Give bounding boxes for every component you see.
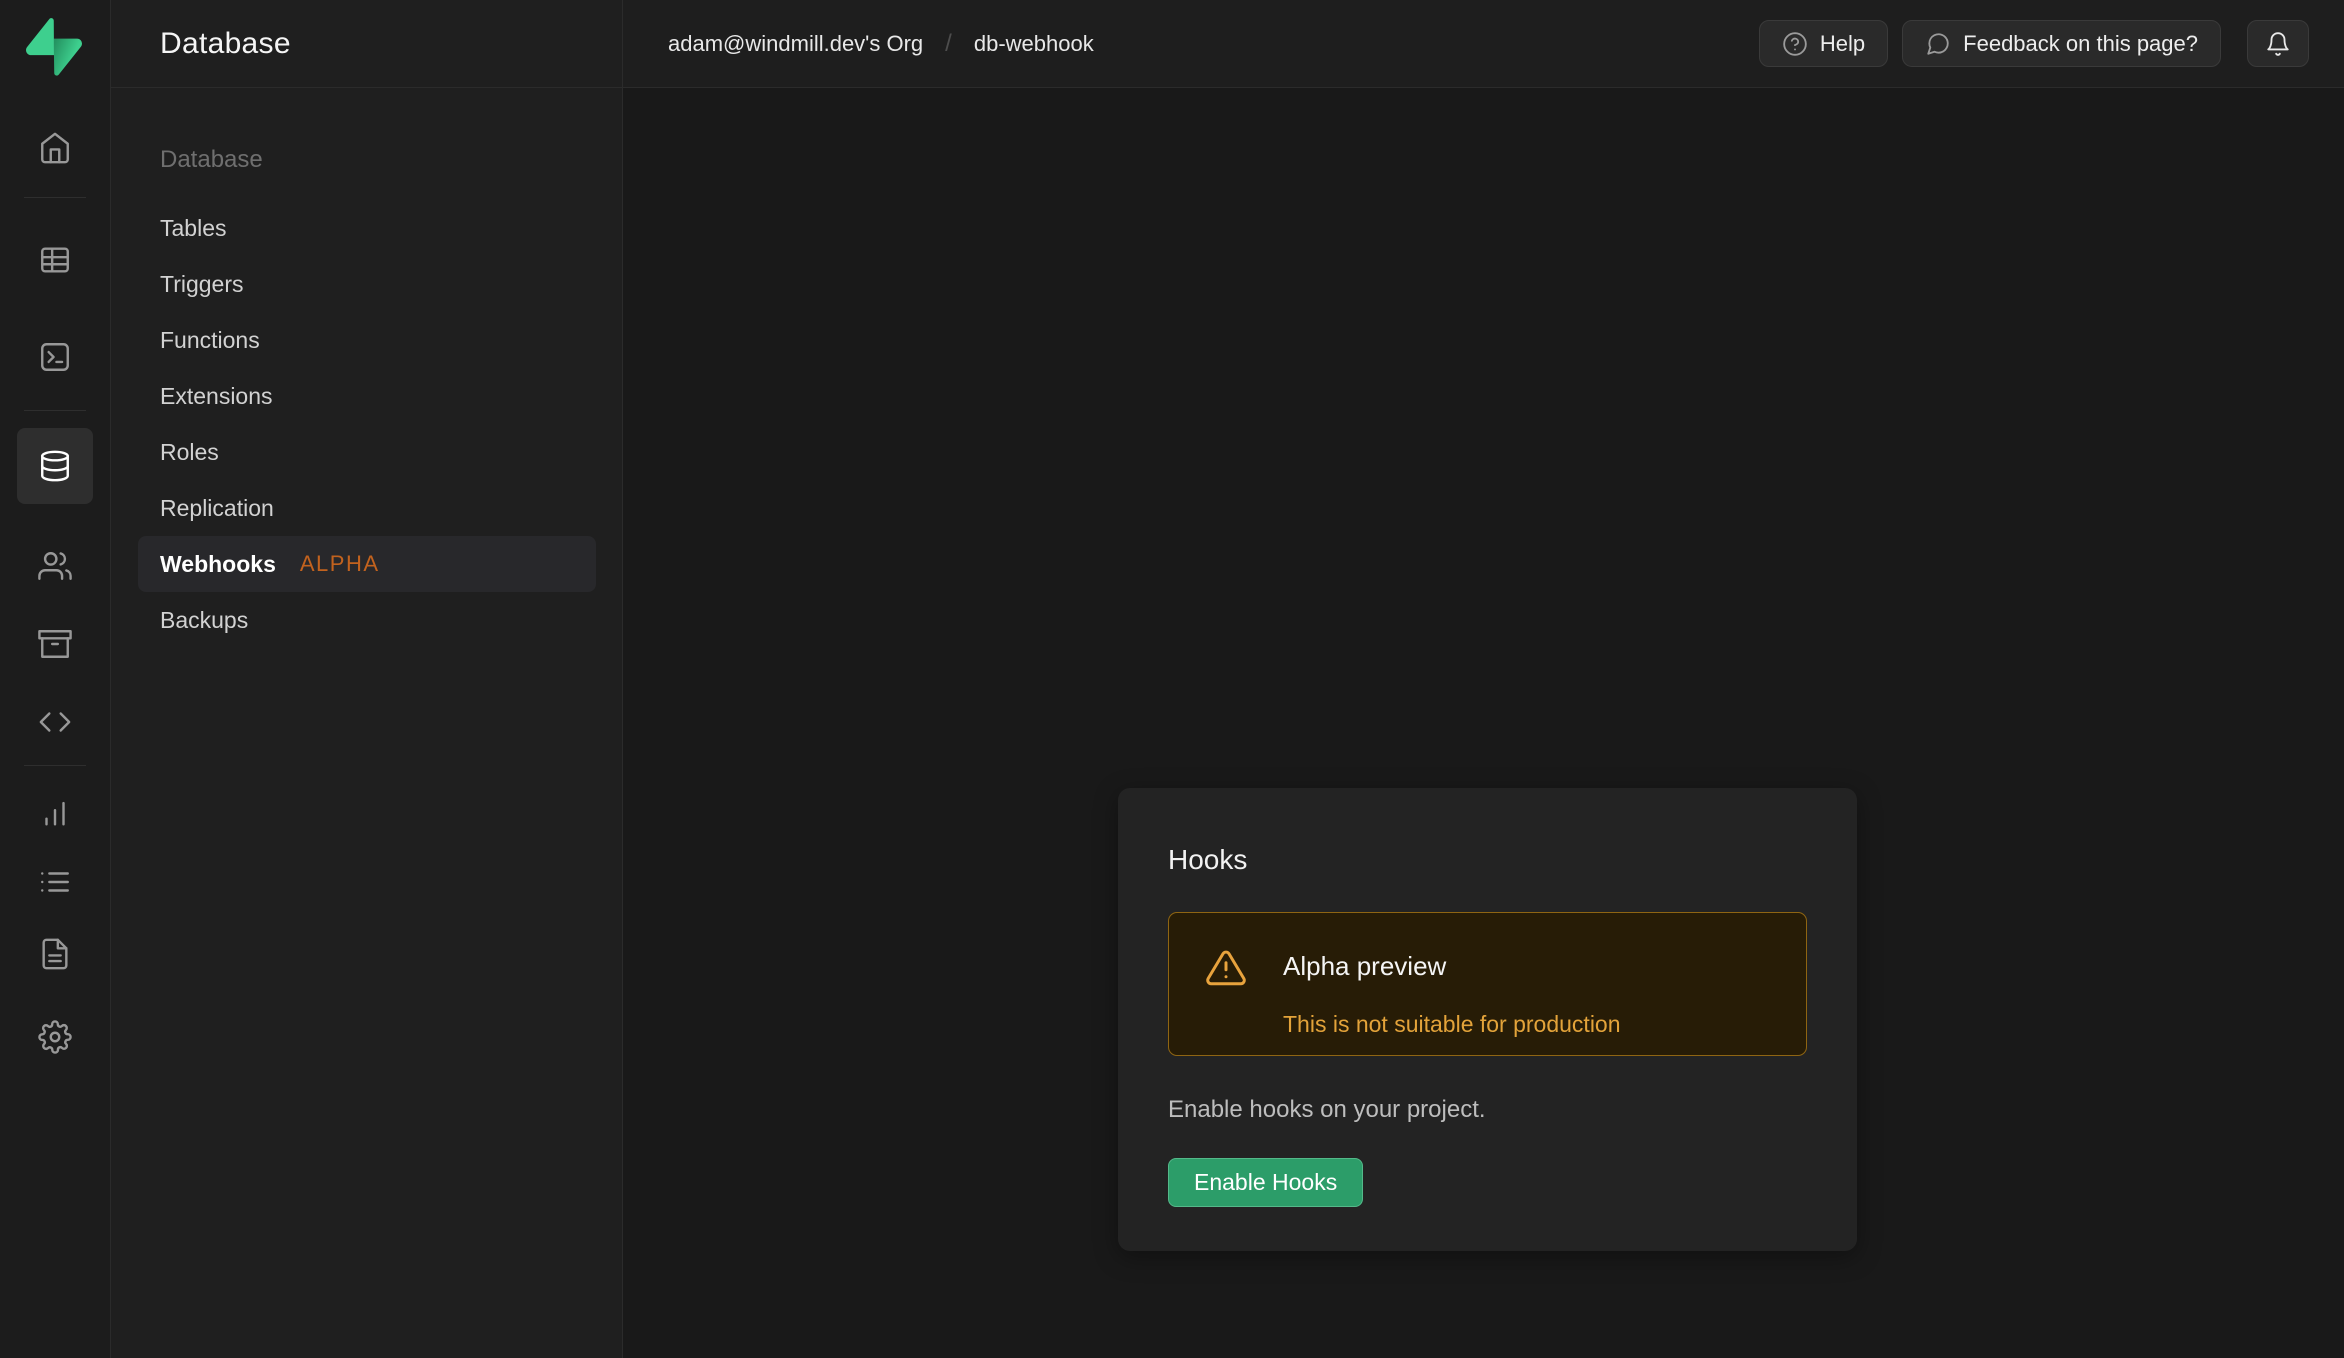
edge-functions-icon[interactable] (31, 698, 79, 746)
sidebar-item-roles[interactable]: Roles (111, 424, 622, 480)
alert-description: This is not suitable for production (1283, 1011, 1621, 1038)
sidebar-item-backups[interactable]: Backups (111, 592, 622, 648)
alert-text: Alpha preview This is not suitable for p… (1283, 945, 1621, 1055)
main-content: Hooks Alpha preview This is not suitable… (623, 89, 2344, 1358)
card-title: Hooks (1168, 844, 1807, 876)
enable-hooks-button[interactable]: Enable Hooks (1168, 1158, 1363, 1207)
warning-triangle-icon (1205, 947, 1247, 989)
home-icon[interactable] (31, 124, 79, 172)
sidebar-item-webhooks[interactable]: Webhooks ALPHA (138, 536, 596, 592)
speech-bubble-icon (1925, 31, 1951, 57)
top-header: adam@windmill.dev's Org / db-webhook Hel… (623, 0, 2344, 88)
rail-divider (24, 410, 86, 411)
notifications-button[interactable] (2247, 20, 2309, 67)
auth-users-icon[interactable] (31, 542, 79, 590)
sidebar-item-triggers[interactable]: Triggers (111, 256, 622, 312)
hooks-card: Hooks Alpha preview This is not suitable… (1118, 788, 1857, 1251)
storage-icon[interactable] (31, 620, 79, 668)
sidebar-item-tables[interactable]: Tables (111, 200, 622, 256)
rail-divider (24, 197, 86, 198)
sidebar-item-functions[interactable]: Functions (111, 312, 622, 368)
database-icon[interactable] (17, 428, 93, 504)
alpha-preview-alert: Alpha preview This is not suitable for p… (1168, 912, 1807, 1056)
alert-title: Alpha preview (1283, 945, 1621, 987)
bell-icon (2265, 31, 2291, 57)
supabase-bolt-icon (26, 18, 82, 76)
database-sidebar: Database Database Tables Triggers Functi… (111, 0, 623, 1358)
help-circle-icon (1782, 31, 1808, 57)
nav-rail (0, 0, 111, 1358)
header-actions: Help Feedback on this page? (1759, 20, 2309, 67)
alpha-badge: ALPHA (300, 551, 380, 577)
breadcrumb-org[interactable]: adam@windmill.dev's Org (668, 31, 923, 57)
feedback-button[interactable]: Feedback on this page? (1902, 20, 2221, 67)
sidebar-header: Database (111, 0, 622, 88)
breadcrumb-project[interactable]: db-webhook (974, 31, 1094, 57)
breadcrumb-separator: / (945, 30, 952, 58)
help-button[interactable]: Help (1759, 20, 1888, 67)
sql-editor-icon[interactable] (31, 333, 79, 381)
sidebar-menu: Tables Triggers Functions Extensions Rol… (111, 200, 622, 648)
supabase-logo[interactable] (26, 18, 82, 74)
reports-icon[interactable] (31, 789, 79, 837)
docs-icon[interactable] (31, 930, 79, 978)
table-editor-icon[interactable] (31, 236, 79, 284)
settings-icon[interactable] (31, 1013, 79, 1061)
sidebar-item-extensions[interactable]: Extensions (111, 368, 622, 424)
sidebar-section-heading: Database (160, 144, 622, 176)
card-description: Enable hooks on your project. (1168, 1096, 1807, 1124)
logs-icon[interactable] (31, 858, 79, 906)
sidebar-item-replication[interactable]: Replication (111, 480, 622, 536)
page-title: Database (160, 27, 291, 61)
rail-divider (24, 765, 86, 766)
